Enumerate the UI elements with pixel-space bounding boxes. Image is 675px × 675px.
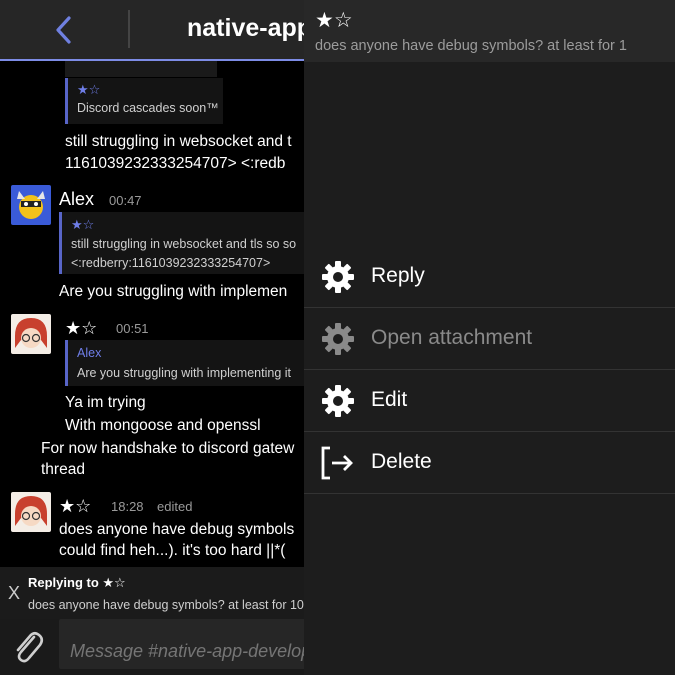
quote-text: Discord cascades soon™ (77, 101, 219, 115)
message-list[interactable]: ★☆ Discord cascades soon™ still struggli… (0, 61, 304, 567)
menu-label: Open attachment (371, 326, 533, 349)
message-author[interactable]: ★☆ (65, 318, 97, 339)
message-composer (0, 619, 304, 675)
avatar[interactable] (11, 314, 51, 354)
edited-label: edited (157, 499, 193, 514)
edit-button[interactable]: Edit (304, 370, 675, 432)
message-actions-panel: ★☆ does anyone have debug symbols? at le… (304, 0, 675, 675)
quote-text: still struggling in websocket and tls so… (71, 237, 297, 251)
reply-bar-title: Replying to ★☆ (28, 575, 126, 590)
menu-label: Edit (371, 388, 408, 411)
message-timestamp: 00:51 (116, 321, 149, 336)
quote-text: Are you struggling with implementing it (77, 366, 291, 380)
channel-title: native-app (187, 14, 304, 42)
reply-button[interactable]: Reply (304, 246, 675, 308)
gear-icon (322, 261, 354, 293)
menu-label: Reply (371, 264, 425, 287)
quote-text: <:redberry:1161039232333254707> (71, 256, 271, 270)
exit-icon (321, 446, 353, 480)
avatar[interactable] (11, 492, 51, 532)
message-text: thread (41, 461, 85, 478)
panel-author: ★☆ (315, 9, 353, 32)
panel-message-preview: does anyone have debug symbols? at least… (315, 38, 627, 54)
message-input[interactable] (59, 619, 304, 669)
message-text: Ya im trying (65, 394, 146, 411)
message-timestamp: 18:28 (111, 499, 144, 514)
cancel-reply-button[interactable]: X (8, 583, 20, 604)
quote-author: ★☆ (71, 217, 95, 232)
message-text: For now handshake to discord gatew (41, 440, 295, 457)
panel-header: ★☆ does anyone have debug symbols? at le… (304, 0, 675, 62)
reply-quote[interactable]: ★☆ Discord cascades soon™ (65, 78, 223, 124)
message-text: 1161039232333254707> <:redb (65, 155, 286, 172)
quote-author: ★☆ (77, 82, 101, 97)
menu-label: Delete (371, 450, 432, 473)
chevron-left-icon[interactable] (50, 14, 78, 46)
embed-image[interactable] (65, 61, 217, 77)
gear-icon (322, 323, 354, 355)
message-text: does anyone have debug symbols (59, 521, 295, 538)
quote-author: Alex (77, 346, 102, 360)
channel-header: native-app (0, 0, 304, 61)
chat-pane: native-app ★☆ Discord cascades soon™ sti… (0, 0, 304, 675)
reply-bar: X Replying to ★☆ does anyone have debug … (0, 567, 304, 619)
gear-icon (322, 385, 354, 417)
delete-button[interactable]: Delete (304, 432, 675, 494)
message-text: still struggling in websocket and t (65, 133, 292, 150)
message-text: Are you struggling with implemen (59, 283, 288, 300)
reply-quote[interactable]: ★☆ still struggling in websocket and tls… (59, 212, 304, 274)
avatar[interactable] (11, 185, 51, 225)
reply-bar-preview: does anyone have debug symbols? at least… (28, 598, 304, 612)
message-timestamp: 00:47 (109, 193, 142, 208)
reply-quote[interactable]: Alex Are you struggling with implementin… (65, 340, 304, 386)
open-attachment-button[interactable]: Open attachment (304, 308, 675, 370)
paperclip-icon[interactable] (10, 627, 46, 667)
header-divider (128, 10, 130, 48)
message-text: With mongoose and openssl (65, 417, 261, 434)
message-text: could find heh...). it's too hard ||*( (59, 542, 286, 559)
message-author[interactable]: ★☆ (59, 496, 91, 517)
message-author[interactable]: Alex (59, 189, 94, 210)
